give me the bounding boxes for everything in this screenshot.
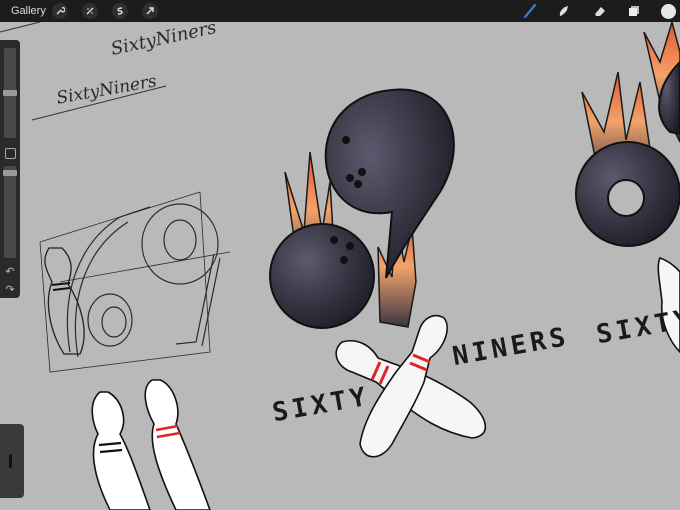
sketch-pin-red-stripes — [144, 379, 211, 510]
brush-opacity-slider[interactable] — [4, 166, 16, 258]
top-toolbar: Gallery — [0, 0, 680, 22]
brush-icon[interactable] — [521, 2, 539, 20]
transform-icon[interactable] — [142, 3, 158, 19]
brush-opacity-thumb[interactable] — [3, 170, 17, 177]
wrench-icon[interactable] — [52, 3, 68, 19]
sketch-pin-black-stripes — [91, 391, 151, 510]
bowling-ball-69-logo — [269, 88, 455, 329]
redo-icon[interactable]: ↷ — [4, 284, 16, 296]
bowling-ball-69-logo-partial — [575, 22, 680, 354]
brush-sidebar: ↶ ↷ — [0, 40, 20, 298]
gallery-button[interactable]: Gallery — [11, 5, 46, 17]
brush-size-thumb[interactable] — [3, 90, 17, 96]
sketch-pin-small — [44, 247, 85, 355]
color-picker-button[interactable] — [661, 4, 676, 19]
eraser-icon[interactable] — [591, 2, 609, 20]
layers-icon[interactable] — [625, 2, 643, 20]
smudge-icon[interactable] — [555, 2, 573, 20]
selection-icon[interactable] — [112, 3, 128, 19]
sidebar-reveal-tab[interactable] — [0, 424, 24, 498]
magic-wand-icon[interactable] — [82, 3, 98, 19]
sketch-stroke — [0, 22, 41, 33]
drawing-canvas[interactable]: SixtyNiners SixtyNiners SIXTY NINERS SIX… — [0, 17, 680, 510]
undo-icon[interactable]: ↶ — [4, 266, 16, 278]
handle-icon — [9, 454, 12, 468]
modify-button[interactable] — [5, 148, 16, 159]
